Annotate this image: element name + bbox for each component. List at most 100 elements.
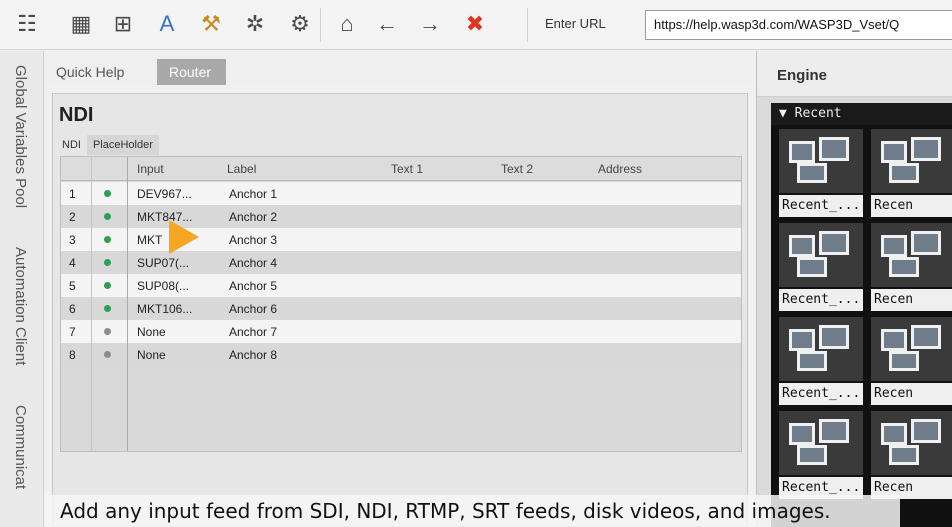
thumbnail-photo bbox=[884, 332, 904, 348]
rail-tab-global-variables-pool[interactable]: Global Variables Pool bbox=[12, 65, 29, 208]
thumbnail-photo-frame bbox=[797, 351, 827, 371]
input-cell[interactable]: MKT bbox=[137, 233, 162, 247]
row-number: 8 bbox=[69, 348, 76, 362]
tab-router[interactable]: Router bbox=[157, 59, 226, 85]
label-cell[interactable]: Anchor 1 bbox=[229, 187, 277, 201]
thumbnail-photo bbox=[800, 448, 824, 462]
input-cell[interactable]: None bbox=[137, 325, 166, 339]
thumbnail-photo-frame bbox=[889, 445, 919, 465]
column-header-text2[interactable]: Text 2 bbox=[501, 162, 533, 176]
gear-icon[interactable]: ⚙ bbox=[285, 9, 315, 39]
panel-subtabs: NDI PlaceHolder bbox=[56, 135, 159, 155]
tab-quick-help[interactable]: Quick Help bbox=[44, 59, 136, 85]
thumbnail-photo-frame bbox=[911, 325, 941, 349]
forward-arrow-icon[interactable]: → bbox=[415, 9, 445, 39]
label-cell[interactable]: Anchor 7 bbox=[229, 325, 277, 339]
input-cell[interactable]: None bbox=[137, 348, 166, 362]
text-style-icon[interactable]: A bbox=[152, 9, 182, 39]
recent-section-header[interactable]: ▼ Recent bbox=[771, 103, 952, 125]
rail-tab-communication[interactable]: Communicat bbox=[12, 405, 29, 489]
workspace-tabstrip: Quick Help Router bbox=[44, 51, 756, 85]
thumbnail-photo-frame bbox=[911, 231, 941, 255]
column-header-text1[interactable]: Text 1 bbox=[391, 162, 423, 176]
subtab-ndi[interactable]: NDI bbox=[56, 135, 87, 155]
thumbnail-photo bbox=[822, 140, 846, 158]
label-cell[interactable]: Anchor 6 bbox=[229, 302, 277, 316]
caption-text: Add any input feed from SDI, NDI, RTMP, … bbox=[60, 499, 831, 523]
row-number: 4 bbox=[69, 256, 76, 270]
recent-thumbnail[interactable] bbox=[871, 223, 952, 287]
input-cell[interactable]: SUP08(... bbox=[137, 279, 189, 293]
table-row[interactable]: 5 SUP08(... Anchor 5 bbox=[61, 274, 741, 297]
calendar-grid-icon[interactable]: ▦ bbox=[66, 9, 96, 39]
column-header-input[interactable]: Input bbox=[137, 162, 164, 176]
recent-thumbnail[interactable] bbox=[779, 129, 863, 193]
row-number: 2 bbox=[69, 210, 76, 224]
table-row[interactable]: 7 None Anchor 7 bbox=[61, 320, 741, 343]
recent-thumbnail[interactable] bbox=[779, 411, 863, 475]
status-dot-icon bbox=[104, 351, 111, 358]
thumbnail-photo bbox=[892, 166, 916, 180]
close-x-icon[interactable]: ✖ bbox=[460, 9, 490, 39]
label-cell[interactable]: Anchor 2 bbox=[229, 210, 277, 224]
thumbnail-photo bbox=[914, 140, 938, 158]
thumbnail-label[interactable]: Recent_... bbox=[779, 383, 863, 405]
input-cell[interactable]: MKT106... bbox=[137, 302, 192, 316]
table-row[interactable]: 6 MKT106... Anchor 6 bbox=[61, 297, 741, 320]
table-row[interactable]: 8 None Anchor 8 bbox=[61, 343, 741, 366]
status-dot-icon bbox=[104, 259, 111, 266]
rail-tab-automation-client[interactable]: Automation Client bbox=[12, 247, 29, 365]
column-header-address[interactable]: Address bbox=[598, 162, 642, 176]
thumbnail-label[interactable]: Recen bbox=[871, 289, 952, 311]
puzzle-settings-icon[interactable]: ✲ bbox=[240, 9, 270, 39]
status-dot-icon bbox=[104, 213, 111, 220]
subtab-placeholder[interactable]: PlaceHolder bbox=[86, 135, 159, 155]
thumbnail-photo-frame bbox=[789, 423, 815, 445]
label-cell[interactable]: Anchor 5 bbox=[229, 279, 277, 293]
left-side-rail: Global Variables Pool Automation Client … bbox=[0, 51, 44, 527]
thumbnail-photo bbox=[800, 260, 824, 274]
router-workspace: Quick Help Router NDI NDI PlaceHolder In… bbox=[44, 51, 756, 527]
thumbnail-photo-frame bbox=[889, 163, 919, 183]
recent-thumbnail[interactable] bbox=[779, 317, 863, 381]
label-cell[interactable]: Anchor 4 bbox=[229, 256, 277, 270]
table-row[interactable]: 2 MKT847... Anchor 2 bbox=[61, 205, 741, 228]
thumbnail-photo bbox=[800, 354, 824, 368]
table-row[interactable]: 3 MKT Anchor 3 bbox=[61, 228, 741, 251]
recent-thumbnail[interactable] bbox=[871, 129, 952, 193]
home-icon[interactable]: ⌂ bbox=[332, 9, 362, 39]
back-arrow-icon[interactable]: ← bbox=[372, 9, 402, 39]
thumbnail-photo-frame bbox=[911, 419, 941, 443]
tools-icon[interactable]: ⚒ bbox=[196, 9, 226, 39]
thumbnail-photo bbox=[914, 422, 938, 440]
row-number: 5 bbox=[69, 279, 76, 293]
grid-header: Input Label Text 1 Text 2 Address bbox=[61, 157, 741, 181]
table-row[interactable]: 4 SUP07(... Anchor 4 bbox=[61, 251, 741, 274]
status-dot-icon bbox=[104, 282, 111, 289]
recent-thumbnail[interactable] bbox=[871, 317, 952, 381]
status-dot-icon bbox=[104, 328, 111, 335]
row-number: 7 bbox=[69, 325, 76, 339]
list-settings-icon[interactable]: ☷ bbox=[12, 9, 42, 39]
subtitle-caption: Add any input feed from SDI, NDI, RTMP, … bbox=[44, 495, 900, 527]
thumbnail-label[interactable]: Recen bbox=[871, 195, 952, 217]
column-header-label[interactable]: Label bbox=[227, 162, 256, 176]
thumbnail-photo-frame bbox=[789, 329, 815, 351]
recent-thumbnail[interactable] bbox=[871, 411, 952, 475]
engine-panel: Engine ▼ Recent Recent_... Recen Recent_..… bbox=[756, 51, 952, 527]
thumbnail-photo-frame bbox=[819, 419, 849, 443]
thumbnail-label[interactable]: Recent_... bbox=[779, 289, 863, 311]
table-icon[interactable]: ⊞ bbox=[108, 9, 138, 39]
recent-thumbnail[interactable] bbox=[779, 223, 863, 287]
label-cell[interactable]: Anchor 3 bbox=[229, 233, 277, 247]
table-row[interactable]: 1 DEV967... Anchor 1 bbox=[61, 182, 741, 205]
thumbnail-photo bbox=[792, 238, 812, 254]
thumbnail-label[interactable]: Recen bbox=[871, 383, 952, 405]
input-cell[interactable]: DEV967... bbox=[137, 187, 192, 201]
label-cell[interactable]: Anchor 8 bbox=[229, 348, 277, 362]
thumbnail-photo bbox=[792, 426, 812, 442]
input-cell[interactable]: SUP07(... bbox=[137, 256, 189, 270]
thumbnail-label[interactable]: Recent_... bbox=[779, 195, 863, 217]
thumbnail-photo-frame bbox=[881, 235, 907, 257]
url-input[interactable]: https://help.wasp3d.com/WASP3D_Vset/Q bbox=[645, 10, 952, 40]
